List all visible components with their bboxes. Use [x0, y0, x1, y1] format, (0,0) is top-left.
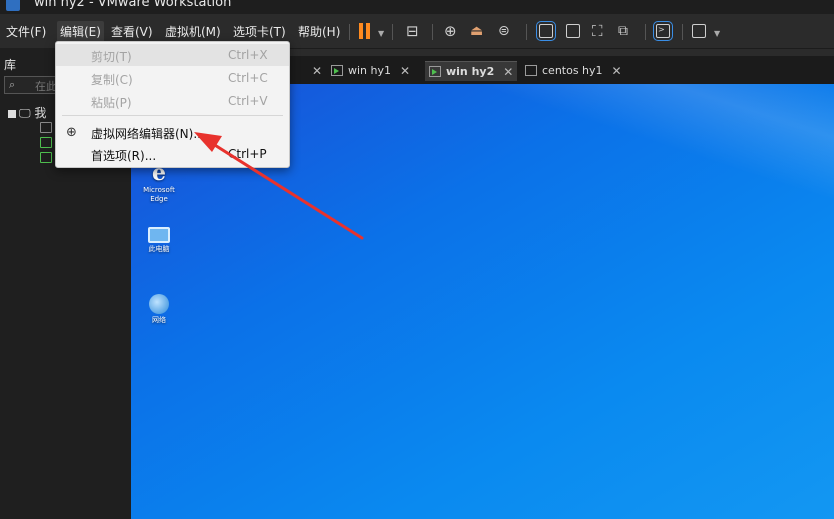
menu-item-label: 虚拟网络编辑器(N)... — [91, 127, 205, 141]
toolbar-separator — [682, 24, 683, 40]
tab-label: win hy2 — [446, 65, 495, 78]
tree-root-label: 我 — [34, 106, 47, 120]
search-icon: ⌕ — [9, 78, 16, 91]
title-bar: win hy2 - VMware Workstation — [0, 0, 834, 14]
desktop-icon-label: 网络 — [152, 316, 166, 324]
menu-help[interactable]: 帮助(H) — [298, 23, 340, 40]
console-view-button[interactable]: > — [653, 21, 673, 41]
desktop-icon-this-pc[interactable]: 此电脑 — [137, 227, 181, 254]
vmware-app-icon — [6, 0, 20, 11]
unity-icon[interactable]: ⧉ — [618, 22, 628, 40]
toolbar-separator — [349, 24, 350, 40]
tab-close-hidden[interactable]: ✕ — [303, 61, 322, 80]
library-icon — [536, 21, 556, 41]
edit-menu-dropdown: 剪切(T) Ctrl+X 复制(C) Ctrl+C 粘贴(P) Ctrl+V ⊕… — [55, 41, 290, 168]
menu-item-label: 粘贴(P) — [91, 96, 132, 110]
tree-root-my-computer[interactable]: 🖵 我 — [8, 104, 46, 121]
menu-item-cut[interactable]: 剪切(T) Ctrl+X — [56, 44, 289, 66]
menu-item-shortcut: Ctrl+C — [228, 71, 268, 85]
desktop-icon-edge[interactable]: e Microsoft Edge — [137, 162, 181, 204]
toolbar-separator — [392, 24, 393, 40]
menu-separator — [62, 115, 283, 116]
toolbar-separator — [526, 24, 527, 40]
menu-item-shortcut: Ctrl+X — [228, 48, 268, 62]
close-icon[interactable]: ✕ — [312, 64, 322, 78]
tab-win-hy1[interactable]: win hy1 ✕ — [331, 61, 410, 80]
menu-edit[interactable]: 编辑(E) — [57, 21, 104, 42]
stretch-icon — [692, 24, 706, 38]
snapshot-manager-icon[interactable]: ⊜ — [498, 22, 510, 40]
network-icon — [149, 294, 169, 314]
library-label: 库 — [4, 58, 17, 72]
close-icon[interactable]: ✕ — [400, 64, 410, 78]
wallpaper-light-beam — [284, 84, 834, 301]
menu-tabs[interactable]: 选项卡(T) — [233, 23, 286, 40]
toolbar-separator — [432, 24, 433, 40]
vm-running-icon — [331, 65, 343, 76]
menu-file[interactable]: 文件(F) — [6, 23, 46, 40]
computer-icon: 🖵 — [19, 106, 31, 120]
pause-button[interactable] — [359, 22, 371, 40]
stretch-button[interactable] — [692, 22, 706, 40]
window-title: win hy2 - VMware Workstation — [34, 0, 232, 10]
menu-item-shortcut: Ctrl+V — [228, 94, 268, 108]
tab-win-hy2[interactable]: win hy2 ✕ — [425, 61, 518, 81]
close-icon[interactable]: ✕ — [612, 64, 622, 78]
thumbnail-icon — [566, 24, 580, 38]
menu-item-virtual-network-editor[interactable]: ⊕ 虚拟网络编辑器(N)... — [56, 121, 289, 143]
tab-centos-hy1[interactable]: centos hy1 ✕ — [525, 61, 622, 80]
menu-item-label: 复制(C) — [91, 73, 133, 87]
menu-item-paste[interactable]: 粘贴(P) Ctrl+V — [56, 90, 289, 112]
menu-item-copy[interactable]: 复制(C) Ctrl+C — [56, 67, 289, 89]
vm-running-icon — [429, 66, 441, 77]
snapshot-icon[interactable]: ⊕ — [444, 22, 457, 40]
desktop-icon-label: Microsoft Edge — [143, 186, 175, 203]
menu-vm[interactable]: 虚拟机(M) — [165, 23, 221, 40]
console-icon: > — [653, 21, 673, 41]
globe-icon: ⊕ — [66, 125, 77, 140]
toolbar-separator — [645, 24, 646, 40]
pause-icon — [359, 23, 371, 39]
menu-item-preferences[interactable]: 首选项(R)... Ctrl+P — [56, 143, 289, 165]
this-pc-icon — [148, 227, 170, 243]
tree-vm-item[interactable] — [40, 122, 52, 133]
show-library-button[interactable] — [536, 21, 556, 41]
close-icon[interactable]: ✕ — [503, 65, 513, 79]
menu-item-label: 剪切(T) — [91, 50, 132, 64]
thumbnail-bar-button[interactable] — [566, 22, 580, 40]
desktop-icon-network[interactable]: 网络 — [137, 294, 181, 325]
menu-item-shortcut: Ctrl+P — [228, 147, 267, 161]
pause-dropdown-icon[interactable]: ▼ — [378, 24, 384, 42]
send-ctrl-alt-del-icon[interactable]: ⊟ — [406, 22, 419, 40]
vm-stopped-icon — [525, 65, 537, 76]
revert-snapshot-icon[interactable]: ⏏ — [470, 22, 483, 40]
search-placeholder: 在此 — [35, 80, 57, 93]
fullscreen-icon[interactable]: ⛶ — [592, 22, 603, 40]
menu-item-label: 首选项(R)... — [91, 149, 157, 163]
tree-vm-item[interactable] — [40, 137, 52, 148]
tree-vm-item[interactable] — [40, 152, 52, 163]
tab-label: win hy1 — [348, 64, 392, 77]
collapse-icon — [8, 109, 16, 118]
tab-label: centos hy1 — [542, 64, 603, 77]
menu-view[interactable]: 查看(V) — [111, 23, 153, 40]
stretch-dropdown-icon[interactable]: ▼ — [714, 24, 720, 42]
desktop-icon-label: 此电脑 — [148, 245, 170, 253]
